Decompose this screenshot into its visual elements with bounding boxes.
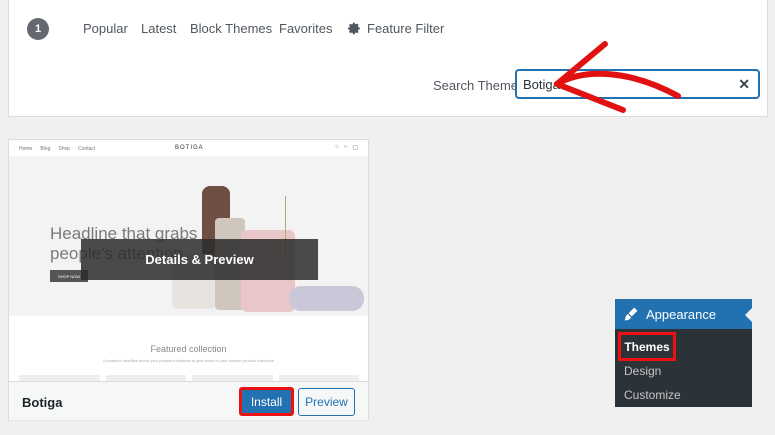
preview-header-icons: ○ ○ ▢ xyxy=(335,144,358,151)
appearance-menu-title: Appearance xyxy=(646,306,717,322)
gear-icon xyxy=(348,22,360,35)
close-icon[interactable]: ✕ xyxy=(738,76,750,93)
theme-name: Botiga xyxy=(22,395,63,410)
preview-lavender xyxy=(289,286,364,311)
search-input[interactable] xyxy=(523,77,723,92)
menu-item-customize[interactable]: Customize xyxy=(624,388,681,402)
tab-latest[interactable]: Latest xyxy=(141,21,176,36)
theme-count-badge: 1 xyxy=(27,18,49,40)
menu-item-themes[interactable]: Themes xyxy=(618,332,676,361)
feature-filter-label: Feature Filter xyxy=(367,21,445,36)
appearance-menu-header[interactable]: Appearance xyxy=(615,299,752,329)
tab-popular[interactable]: Popular xyxy=(83,21,128,36)
theme-card[interactable]: Home Blog Shop Contact BOTIGA ○ ○ ▢ Headli… xyxy=(8,139,369,420)
preview-nav: Home Blog Shop Contact xyxy=(19,146,96,152)
tab-block-themes[interactable]: Block Themes xyxy=(190,21,272,36)
tab-favorites[interactable]: Favorites xyxy=(279,21,332,36)
preview-featured-subtitle: A powerful headline about your product's… xyxy=(103,358,274,363)
search-label: Search Themes xyxy=(433,78,525,93)
details-preview-overlay[interactable]: Details & Preview xyxy=(81,239,318,280)
paintbrush-icon xyxy=(624,307,638,321)
appearance-menu: Appearance Themes Design Customize xyxy=(615,299,752,407)
menu-item-design[interactable]: Design xyxy=(624,364,661,378)
feature-filter-button[interactable]: Feature Filter xyxy=(348,21,444,36)
preview-hero: Headline that grabs people's attention S… xyxy=(9,156,368,316)
preview-featured-title: Featured collection xyxy=(150,344,227,354)
theme-card-footer: Botiga Install Preview xyxy=(9,381,368,420)
install-button[interactable]: Install xyxy=(239,387,294,416)
theme-filter-bar: 1 Popular Latest Block Themes Favorites … xyxy=(8,0,768,117)
preview-button[interactable]: Preview xyxy=(298,388,355,416)
preview-logo: BOTIGA xyxy=(175,145,204,151)
search-field[interactable]: ✕ xyxy=(516,70,759,98)
theme-screenshot[interactable]: Home Blog Shop Contact BOTIGA ○ ○ ▢ Headli… xyxy=(9,140,368,381)
